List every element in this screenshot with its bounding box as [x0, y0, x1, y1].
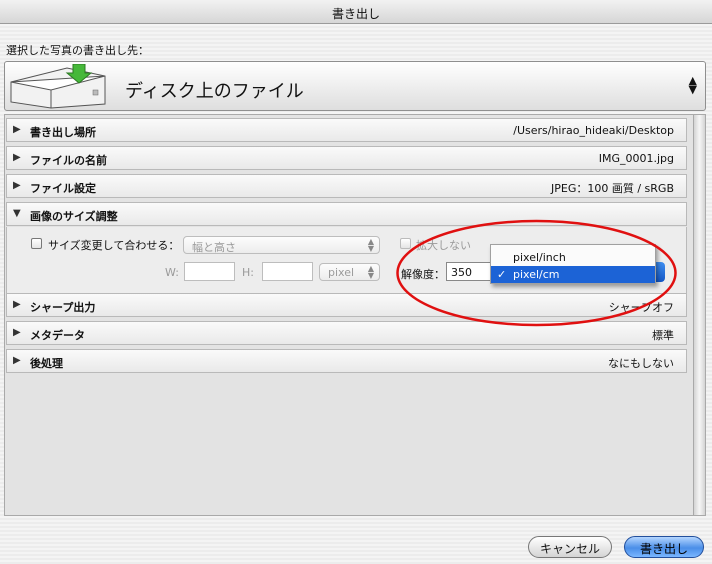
section-value: なにもしない	[608, 357, 674, 370]
disclosure-triangle-expanded-icon[interactable]: ▼	[13, 208, 21, 219]
width-field[interactable]	[184, 262, 235, 281]
disclosure-triangle-icon[interactable]: ▶	[13, 327, 21, 338]
checkmark-icon: ✓	[497, 268, 507, 281]
section-value: JPEG：100 画質 / sRGB	[551, 182, 674, 195]
menu-item-pixel-inch[interactable]: pixel/inch	[491, 249, 655, 266]
popup-arrows-icon: ▲ ▼	[688, 74, 697, 96]
resize-to-fit-checkbox[interactable]	[31, 238, 42, 249]
section-title: ファイル設定	[30, 182, 96, 195]
section-output-sharpening[interactable]: ▶ シャープ出力 シャープオフ	[6, 293, 687, 317]
section-value: /Users/hirao_hideaki/Desktop	[513, 124, 674, 137]
height-label: H:	[242, 266, 254, 279]
select-arrows-icon: ▲ ▼	[367, 264, 374, 280]
resolution-unit-menu: pixel/inch ✓ pixel/cm	[490, 244, 656, 284]
window-title: 書き出し	[331, 7, 380, 21]
destination-section-label: 選択した写真の書き出し先：	[6, 44, 149, 57]
disclosure-triangle-icon[interactable]: ▶	[13, 180, 21, 191]
section-title: 後処理	[30, 357, 63, 370]
section-title: 書き出し場所	[30, 126, 96, 139]
destination-label: ディスク上のファイル	[125, 81, 304, 102]
title-bar: 書き出し	[0, 0, 712, 24]
height-field[interactable]	[262, 262, 313, 281]
section-value: IMG_0001.jpg	[598, 152, 674, 165]
disk-export-icon	[10, 64, 106, 109]
section-export-location[interactable]: ▶ 書き出し場所 /Users/hirao_hideaki/Desktop	[6, 118, 687, 142]
disclosure-triangle-icon[interactable]: ▶	[13, 355, 21, 366]
resolution-field[interactable]: 350	[446, 262, 492, 281]
section-title: シャープ出力	[30, 301, 96, 314]
cancel-button[interactable]: キャンセル	[528, 536, 612, 558]
menu-item-pixel-cm[interactable]: ✓ pixel/cm	[491, 266, 655, 283]
section-value: シャープオフ	[608, 301, 674, 314]
no-enlarge-label: 拡大しない	[416, 239, 471, 252]
destination-popup[interactable]: ディスク上のファイル ▲ ▼	[4, 61, 706, 111]
no-enlarge-checkbox[interactable]	[400, 238, 411, 249]
size-unit-select[interactable]: pixel ▲ ▼	[319, 263, 380, 281]
panel-scrollbar[interactable]	[694, 114, 706, 516]
section-metadata[interactable]: ▶ メタデータ 標準	[6, 321, 687, 345]
section-title: 画像のサイズ調整	[30, 210, 118, 223]
resize-fit-select[interactable]: 幅と高さ ▲ ▼	[183, 236, 380, 254]
section-title: メタデータ	[30, 329, 85, 342]
resize-fit-value: 幅と高さ	[192, 241, 236, 254]
disclosure-triangle-icon[interactable]: ▶	[13, 299, 21, 310]
export-button[interactable]: 書き出し	[624, 536, 704, 558]
resize-to-fit-label: サイズ変更して合わせる：	[48, 239, 180, 252]
section-file-settings[interactable]: ▶ ファイル設定 JPEG：100 画質 / sRGB	[6, 174, 687, 198]
section-value: 標準	[652, 329, 674, 342]
section-post-processing[interactable]: ▶ 後処理 なにもしない	[6, 349, 687, 373]
disclosure-triangle-icon[interactable]: ▶	[13, 152, 21, 163]
select-arrows-icon: ▲ ▼	[367, 237, 374, 253]
resolution-label: 解像度：	[401, 268, 445, 281]
width-label: W:	[165, 266, 179, 279]
section-file-name[interactable]: ▶ ファイルの名前 IMG_0001.jpg	[6, 146, 687, 170]
section-title: ファイルの名前	[30, 154, 107, 167]
size-unit-value: pixel	[328, 266, 355, 279]
disclosure-triangle-icon[interactable]: ▶	[13, 124, 21, 135]
section-image-resize[interactable]: ▼ 画像のサイズ調整	[6, 202, 687, 226]
